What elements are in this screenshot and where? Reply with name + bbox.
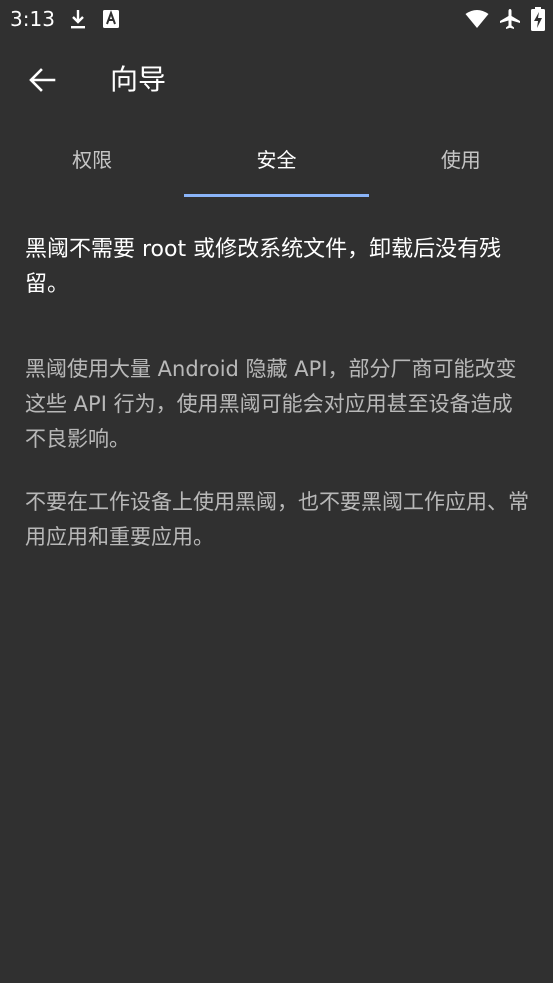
tab-bar: 权限 安全 使用	[0, 124, 553, 197]
tab-permissions[interactable]: 权限	[0, 124, 184, 197]
airplane-icon	[499, 8, 521, 30]
wifi-icon	[465, 9, 489, 29]
tab-label: 权限	[72, 148, 113, 172]
tab-label: 安全	[256, 148, 297, 172]
status-left-icons	[68, 8, 120, 30]
status-bar: 3:13	[0, 0, 553, 38]
page-title: 向导	[110, 63, 167, 96]
back-button[interactable]	[18, 56, 66, 104]
lead-text: 黑阈不需要 root 或修改系统文件，卸载后没有残留。	[25, 237, 502, 297]
tab-usage[interactable]: 使用	[369, 124, 553, 197]
tab-indicator	[184, 194, 369, 197]
content: 黑阈不需要 root 或修改系统文件，卸载后没有残留。 黑阈使用大量 Andro…	[25, 232, 530, 583]
advice-paragraph: 不要在工作设备上使用黑阈，也不要黑阈工作应用、常用应用和重要应用。	[25, 490, 529, 549]
tab-label: 使用	[440, 148, 481, 172]
screen: 3:13 向导 权限 安全 使用 黑阈不需要 root 或修改系统文件，卸载后没…	[0, 0, 553, 983]
tab-security[interactable]: 安全	[184, 124, 369, 197]
status-right-icons	[465, 7, 545, 31]
warning-paragraph: 黑阈使用大量 Android 隐藏 API，部分厂商可能改变这些 API 行为，…	[25, 357, 517, 451]
download-icon	[68, 8, 88, 30]
arrow-left-icon	[28, 66, 56, 94]
a-box-icon	[102, 9, 120, 29]
status-time: 3:13	[10, 7, 55, 31]
app-bar: 向导	[0, 38, 553, 124]
battery-charging-icon	[531, 7, 545, 31]
